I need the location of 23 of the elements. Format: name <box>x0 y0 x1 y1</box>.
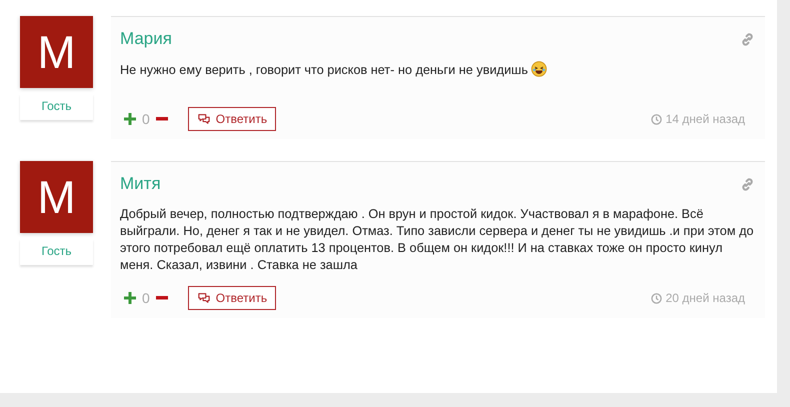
link-icon[interactable] <box>740 32 755 46</box>
chat-icon <box>196 113 211 125</box>
clock-icon <box>650 292 662 304</box>
comment-text: Добрый вечер, полностью подтверждаю . Он врун и простой кидок. Участвовал я в марафоне. Всё выйграли. Но, денег я так и не увидел. Отмаз. Типо зависли сервера и денег ты не увидишь .и при этом до этого потребовал ещё оплатить 13 процентов. В общем он кидок!!! И на ставках тоже он просто кинул меня. Сказал, извини . Ставка не зашла <box>120 206 755 274</box>
vote-score: 0 <box>142 111 150 127</box>
comment-text: Не нужно ему верить , говорит что рисков нет- но деньги не увидишь <box>120 61 755 95</box>
clock-icon <box>650 114 662 124</box>
downvote-icon[interactable] <box>156 117 168 121</box>
chat-icon <box>196 292 211 304</box>
upvote-icon[interactable] <box>124 113 136 125</box>
link-icon[interactable] <box>740 176 755 192</box>
avatar: M <box>20 16 93 88</box>
upvote-icon[interactable] <box>124 292 136 304</box>
user-role: Гость <box>20 239 93 265</box>
vote-score: 0 <box>142 290 150 306</box>
laughing-emoji-icon <box>531 61 548 77</box>
user-role: Гость <box>20 94 93 120</box>
reply-button[interactable]: Ответить <box>188 286 276 310</box>
downvote-icon[interactable] <box>156 296 168 300</box>
avatar: M <box>20 161 93 233</box>
time-text: 14 дней назад <box>666 112 745 126</box>
time-text: 20 дней назад <box>666 291 745 305</box>
reply-button[interactable]: Ответить <box>188 107 276 131</box>
